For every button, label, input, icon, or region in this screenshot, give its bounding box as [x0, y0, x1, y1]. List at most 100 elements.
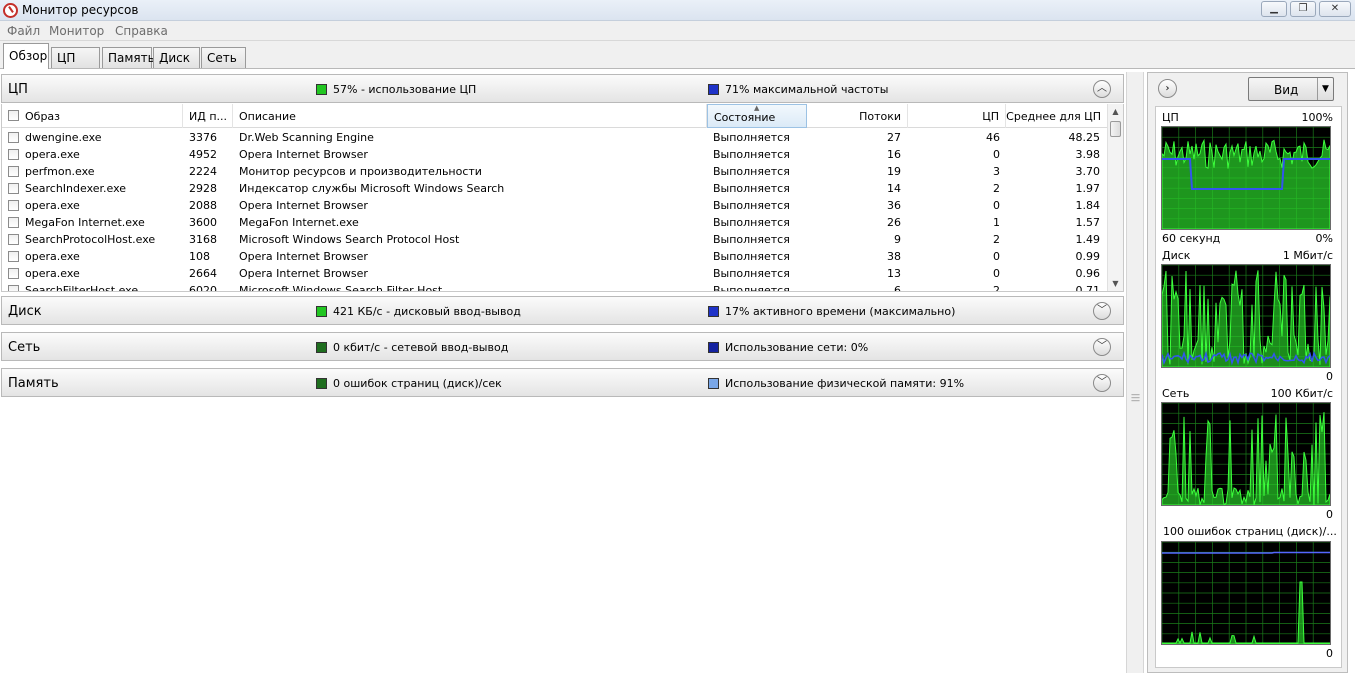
cell-pid: 3376: [189, 131, 217, 144]
select-all-checkbox[interactable]: [8, 110, 19, 121]
menu-help[interactable]: Справка: [115, 24, 168, 38]
network-graph-min: 0: [1326, 508, 1333, 521]
process-checkbox[interactable]: [8, 234, 19, 245]
expand-chevron-down-icon[interactable]: ﹀: [1093, 374, 1111, 392]
disk-active-swatch: [708, 306, 719, 317]
cpu-graph: [1161, 126, 1331, 230]
collapse-chevron-up-icon[interactable]: ︿: [1093, 80, 1111, 98]
cell-pid: 2928: [189, 182, 217, 195]
scroll-down-arrow-icon[interactable]: ▼: [1108, 276, 1123, 291]
cell-cpu: 2: [993, 182, 1000, 195]
tab-disk[interactable]: Диск: [153, 47, 200, 68]
process-checkbox[interactable]: [8, 268, 19, 279]
memory-graph-min: 0: [1326, 647, 1333, 660]
cell-avg: 1.49: [1075, 233, 1101, 246]
pane-splitter[interactable]: — — —: [1126, 72, 1144, 673]
tab-network[interactable]: Сеть: [201, 47, 246, 68]
table-row[interactable]: SearchIndexer.exe 2928 Индексатор службы M…: [2, 180, 1108, 197]
table-row[interactable]: dwengine.exe 3376 Dr.Web Scanning Engine Вы…: [2, 129, 1108, 146]
table-row[interactable]: perfmon.exe 2224 Монитор ресурсов и произв…: [2, 163, 1108, 180]
maximize-button[interactable]: ❐: [1290, 1, 1316, 17]
column-header-cpu[interactable]: ЦП: [908, 104, 1006, 128]
cell-state: Выполняется: [713, 233, 790, 246]
table-row[interactable]: opera.exe 108 Opera Internet Browser Выполн…: [2, 248, 1108, 265]
tab-cpu[interactable]: ЦП: [51, 47, 100, 68]
cell-threads: 26: [887, 216, 901, 229]
cpu-graph-canvas: [1162, 127, 1330, 229]
cell-pid: 3168: [189, 233, 217, 246]
tab-memory[interactable]: Память: [102, 47, 155, 68]
process-checkbox[interactable]: [8, 251, 19, 262]
close-button[interactable]: ✕: [1319, 1, 1351, 17]
network-section-header[interactable]: Сеть 0 кбит/с - сетевой ввод-вывод Испол…: [1, 332, 1124, 361]
expand-chevron-down-icon[interactable]: ﹀: [1093, 338, 1111, 356]
cell-cpu: 1: [993, 216, 1000, 229]
minimize-button[interactable]: ▁: [1261, 1, 1287, 17]
cpu-frequency-swatch: [708, 84, 719, 95]
column-header-image[interactable]: Образ: [2, 104, 183, 128]
cell-threads: 19: [887, 165, 901, 178]
table-row[interactable]: SearchFilterHost.exe 6020 Microsoft Window…: [2, 282, 1108, 292]
process-checkbox[interactable]: [8, 183, 19, 194]
cell-pid: 6020: [189, 284, 217, 292]
table-row[interactable]: opera.exe 2088 Opera Internet Browser Выпол…: [2, 197, 1108, 214]
expand-chevron-right-icon[interactable]: ›: [1158, 79, 1177, 98]
view-button-label: Вид: [1274, 83, 1299, 97]
disk-graph-canvas: [1162, 265, 1330, 367]
network-io-metric: 0 кбит/с - сетевой ввод-вывод: [316, 341, 508, 354]
scroll-thumb[interactable]: [1110, 121, 1121, 137]
splitter-grip-icon: — — —: [1131, 390, 1140, 406]
table-row[interactable]: opera.exe 4952 Opera Internet Browser Выпол…: [2, 146, 1108, 163]
process-checkbox[interactable]: [8, 149, 19, 160]
view-button[interactable]: Вид ▼: [1248, 77, 1334, 101]
hard-faults-metric: 0 ошибок страниц (диск)/сек: [316, 377, 502, 390]
cell-avg: 0.71: [1075, 284, 1101, 292]
expand-chevron-down-icon[interactable]: ﹀: [1093, 302, 1111, 320]
cell-threads: 6: [894, 284, 901, 292]
cell-desc: Dr.Web Scanning Engine: [239, 131, 374, 144]
cell-avg: 0.99: [1075, 250, 1101, 263]
hard-faults-text: 0 ошибок страниц (диск)/сек: [333, 377, 502, 390]
cpu-usage-text: 57% - использование ЦП: [333, 83, 477, 96]
disk-section-header[interactable]: Диск 421 КБ/с - дисковый ввод-вывод 17% …: [1, 296, 1124, 325]
table-row[interactable]: SearchProtocolHost.exe 3168 Microsoft Wind…: [2, 231, 1108, 248]
cell-desc: Microsoft Windows Search Protocol Host: [239, 233, 460, 246]
scroll-up-arrow-icon[interactable]: ▲: [1108, 104, 1123, 119]
column-header-state[interactable]: ▲ Состояние: [707, 104, 807, 128]
cell-state: Выполняется: [713, 131, 790, 144]
cell-state: Выполняется: [713, 182, 790, 195]
cell-image: SearchIndexer.exe: [25, 182, 127, 195]
view-dropdown-arrow-icon[interactable]: ▼: [1317, 78, 1333, 100]
menu-file[interactable]: Файл: [7, 24, 40, 38]
cell-cpu: 2: [993, 284, 1000, 292]
disk-graph: [1161, 264, 1331, 368]
cell-desc: Монитор ресурсов и производительности: [239, 165, 482, 178]
hard-faults-swatch: [316, 378, 327, 389]
tab-overview[interactable]: Обзор: [3, 43, 49, 69]
physical-memory-metric: Использование физической памяти: 91%: [708, 377, 964, 390]
process-checkbox[interactable]: [8, 200, 19, 211]
network-io-text: 0 кбит/с - сетевой ввод-вывод: [333, 341, 509, 354]
network-io-swatch: [316, 342, 327, 353]
table-row[interactable]: MegaFon Internet.exe 3600 MegaFon Internet…: [2, 214, 1108, 231]
process-checkbox[interactable]: [8, 166, 19, 177]
process-checkbox[interactable]: [8, 217, 19, 228]
cell-image: opera.exe: [25, 199, 80, 212]
column-header-threads[interactable]: Потоки: [807, 104, 908, 128]
column-header-pid[interactable]: ИД п...: [183, 104, 233, 128]
title-bar: Монитор ресурсов ▁ ❐ ✕: [0, 0, 1355, 21]
column-header-avg-cpu[interactable]: Среднее для ЦП: [1006, 104, 1108, 128]
table-vertical-scrollbar[interactable]: ▲ ▼: [1107, 104, 1123, 291]
cell-threads: 16: [887, 148, 901, 161]
process-checkbox[interactable]: [8, 132, 19, 143]
cell-desc: Opera Internet Browser: [239, 199, 368, 212]
memory-section-header[interactable]: Память 0 ошибок страниц (диск)/сек Испол…: [1, 368, 1124, 397]
column-header-description[interactable]: Описание: [233, 104, 707, 128]
cpu-section-header[interactable]: ЦП 57% - использование ЦП 71% максимальн…: [1, 74, 1124, 103]
process-checkbox[interactable]: [8, 285, 19, 291]
table-row[interactable]: opera.exe 2664 Opera Internet Browser Выпол…: [2, 265, 1108, 282]
network-graph: [1161, 402, 1331, 506]
cell-state: Выполняется: [713, 148, 790, 161]
cell-desc: MegaFon Internet.exe: [239, 216, 359, 229]
menu-monitor[interactable]: Монитор: [49, 24, 104, 38]
